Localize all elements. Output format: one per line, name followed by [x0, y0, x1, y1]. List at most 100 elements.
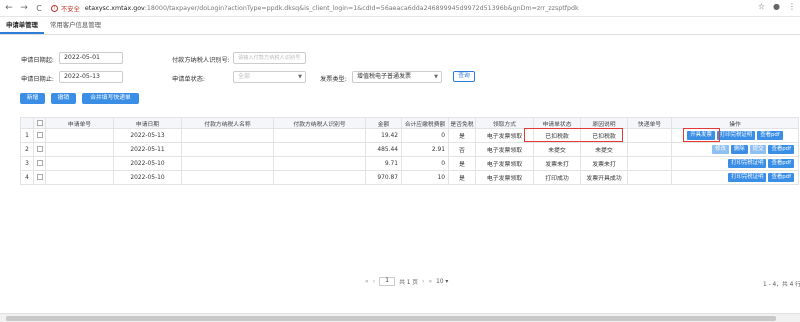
- page-size-select[interactable]: 10 ▾: [436, 279, 448, 285]
- table-header-row: 申请单号 申请日期 付款方纳税人名称 付款方纳税人识别号 金额 合计应缴税费额 …: [20, 117, 799, 129]
- cell-operations: 打印完税证明 查看pdf: [671, 156, 799, 171]
- cell-buyer-name: [181, 142, 274, 157]
- table-row: 1 2022-05-13 19.42 0 是 电子发票领取 已扣税款 已扣税款 …: [20, 128, 799, 143]
- header-method: 领取方式: [475, 117, 534, 129]
- header-checkbox[interactable]: [33, 117, 46, 129]
- view-pdf-button[interactable]: 查看pdf: [768, 173, 794, 182]
- view-pdf-button[interactable]: 查看pdf: [768, 159, 794, 168]
- cell-status: 发票未打: [533, 156, 581, 171]
- horizontal-scrollbar[interactable]: [0, 313, 800, 322]
- status-select[interactable]: 全部 ▼: [233, 71, 306, 83]
- header-amount: 金额: [365, 117, 402, 129]
- invoice-type-select[interactable]: 增值税电子普通发票 ▼: [352, 71, 442, 83]
- menu-icon[interactable]: ⋮: [788, 2, 796, 11]
- prev-page-icon[interactable]: ‹: [373, 278, 375, 285]
- cell-exempt: 是: [448, 128, 476, 143]
- print-tax-cert-button[interactable]: 打印完税证明: [728, 159, 767, 168]
- cell-application-no: [45, 142, 114, 157]
- view-pdf-button[interactable]: 查看pdf: [768, 145, 794, 154]
- tab-customer-info[interactable]: 常用客户信息管理: [44, 18, 107, 34]
- end-date-input[interactable]: 2022-05-13: [59, 71, 123, 83]
- row-checkbox-cell[interactable]: [33, 128, 46, 143]
- cell-tax: 0: [401, 156, 449, 171]
- next-page-icon[interactable]: ›: [422, 278, 424, 285]
- tab-application-management[interactable]: 申请单管理: [0, 18, 44, 34]
- view-pdf-button[interactable]: 查看pdf: [757, 131, 783, 140]
- cell-method: 电子发票领取: [475, 142, 534, 157]
- chevron-down-icon: ▾: [445, 278, 449, 285]
- row-checkbox[interactable]: [36, 132, 43, 139]
- header-application-no: 申请单号: [45, 117, 114, 129]
- reload-icon[interactable]: C: [33, 2, 45, 14]
- cell-tax: 0: [401, 128, 449, 143]
- cell-express-no: [627, 142, 672, 157]
- cell-buyer-name: [181, 170, 274, 185]
- warning-icon: !: [51, 4, 58, 12]
- row-checkbox[interactable]: [36, 174, 43, 181]
- delete-button[interactable]: 删除: [730, 145, 748, 154]
- cell-buyer-name: [181, 156, 274, 171]
- cell-buyer-id: [273, 142, 366, 157]
- status-select-value: 全部: [238, 73, 251, 80]
- table-row: 2 2022-05-11 485.44 2.91 否 电子发票领取 未提交 未提…: [20, 142, 799, 157]
- address-bar: ← → C ! 不安全 etaxysc.xmtax.gov:18000/taxp…: [0, 0, 800, 17]
- start-date-label: 申请日期起:: [21, 57, 55, 64]
- cell-method: 电子发票领取: [475, 170, 534, 185]
- buyer-id-input[interactable]: 请输入付款方纳税人识别号: [233, 52, 306, 64]
- issue-invoice-highlight-box: [683, 128, 720, 142]
- start-date-input[interactable]: 2022-05-01: [59, 52, 123, 64]
- cell-date: 2022-05-13: [113, 128, 182, 143]
- last-page-icon[interactable]: »: [428, 278, 432, 285]
- tab-bar: 申请单管理 常用客户信息管理: [0, 18, 800, 35]
- row-checkbox-cell[interactable]: [33, 142, 46, 157]
- add-button[interactable]: 新增: [20, 93, 45, 104]
- cell-date: 2022-05-10: [113, 170, 182, 185]
- cell-status: 未提交: [533, 142, 581, 157]
- row-checkbox[interactable]: [36, 160, 43, 167]
- row-checkbox-cell[interactable]: [33, 170, 46, 185]
- merge-express-button[interactable]: 合并填写快递单: [82, 93, 139, 104]
- cell-application-no: [45, 128, 114, 143]
- page-size-value: 10: [436, 278, 444, 285]
- record-range: 1 - 4，共 4 行: [763, 282, 800, 288]
- row-index: 4: [20, 170, 34, 185]
- cell-tax: 10: [401, 170, 449, 185]
- header-status: 申请单状态: [533, 117, 581, 129]
- header-buyer-id: 付款方纳税人识别号: [273, 117, 366, 129]
- print-tax-cert-button[interactable]: 打印完税证明: [716, 131, 756, 140]
- cell-express-no: [627, 170, 672, 185]
- account-icon[interactable]: ●: [773, 2, 780, 11]
- row-index: 2: [20, 142, 34, 157]
- row-checkbox-cell[interactable]: [33, 156, 46, 171]
- header-tax: 合计应缴税费额: [401, 117, 449, 129]
- back-icon[interactable]: ←: [3, 2, 15, 14]
- query-button[interactable]: 查询: [453, 71, 475, 82]
- total-pages: 共 1 页: [399, 280, 419, 286]
- cell-date: 2022-05-11: [113, 142, 182, 157]
- buyer-id-label: 付款方纳税人识别号:: [172, 57, 230, 64]
- invoice-type-value: 增值税电子普通发票: [357, 73, 412, 80]
- cell-method: 电子发票领取: [475, 156, 534, 171]
- row-index: 1: [20, 128, 34, 143]
- end-date-label: 申请日期止:: [21, 76, 55, 83]
- star-icon[interactable]: ☆: [758, 2, 765, 11]
- row-checkbox[interactable]: [36, 146, 43, 153]
- cell-operations: 修改 删除 提交 查看pdf: [671, 142, 799, 157]
- cell-amount: 19.42: [365, 128, 402, 143]
- select-all-checkbox[interactable]: [36, 119, 43, 126]
- submit-button[interactable]: 提交: [749, 145, 767, 154]
- cell-reason: 未提交: [580, 142, 628, 157]
- edit-button[interactable]: 修改: [712, 145, 729, 154]
- scrollbar-thumb[interactable]: [6, 316, 776, 321]
- print-tax-cert-button[interactable]: 打印完税证明: [728, 173, 767, 182]
- table-row: 3 2022-05-10 9.71 0 是 电子发票领取 发票未打 发票未打 打…: [20, 156, 799, 171]
- cell-application-no: [45, 170, 114, 185]
- status-label: 申请单状态:: [172, 76, 206, 83]
- cancel-button[interactable]: 撤销: [51, 93, 76, 104]
- first-page-icon[interactable]: «: [365, 278, 369, 285]
- header-reason: 原因说明: [580, 117, 628, 129]
- url-field[interactable]: ! 不安全 etaxysc.xmtax.gov:18000/taxpayer/d…: [51, 4, 579, 13]
- cell-buyer-id: [273, 128, 366, 143]
- page-input[interactable]: 1: [379, 277, 396, 286]
- forward-icon[interactable]: →: [18, 2, 30, 14]
